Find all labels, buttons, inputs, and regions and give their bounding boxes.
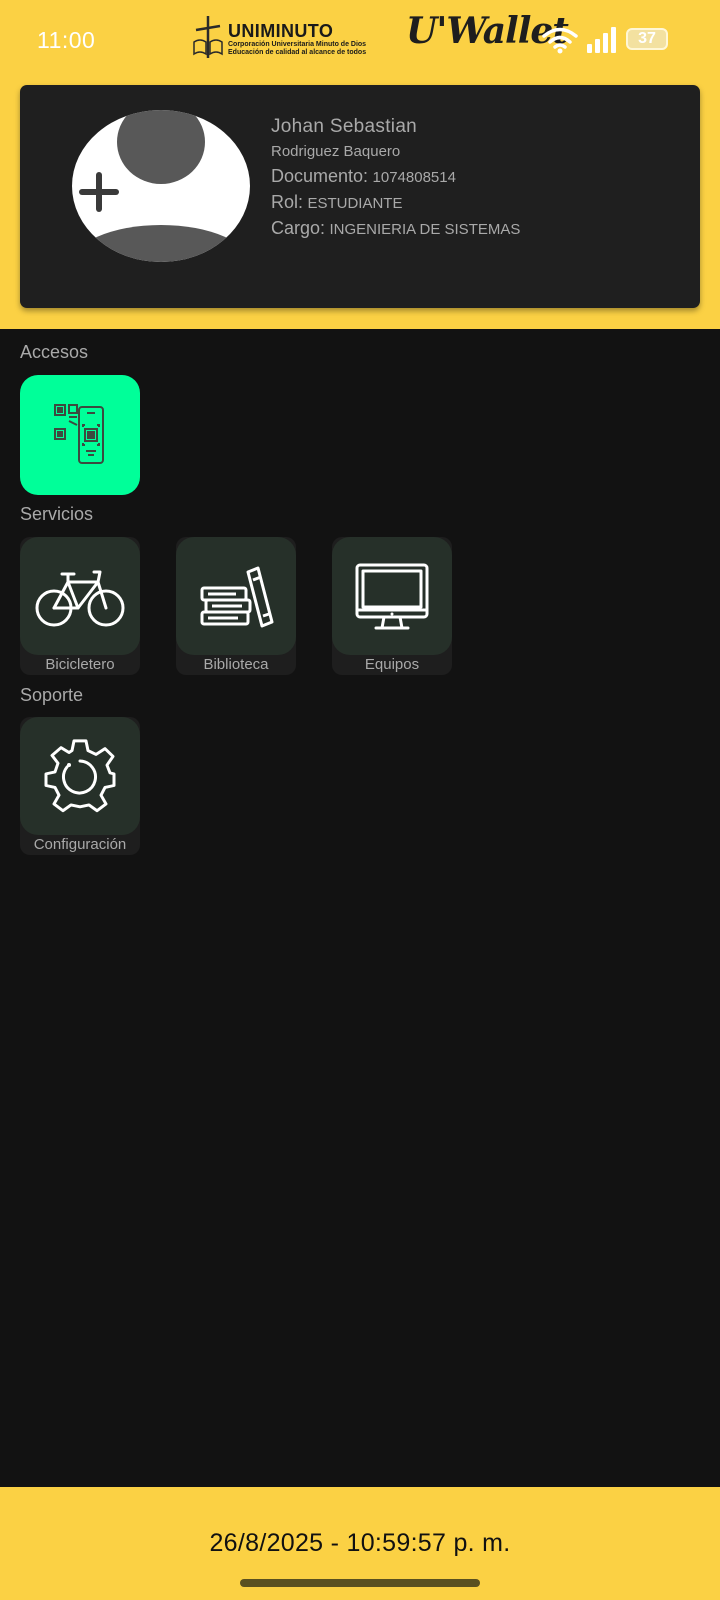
wifi-icon: [542, 27, 578, 54]
signal-icon: [587, 27, 616, 53]
profile-last-name: Rodriguez Baquero: [271, 143, 401, 160]
profile-document-row: Documento: 1074808514: [271, 164, 520, 190]
home-indicator[interactable]: [240, 1579, 480, 1587]
profile-card: Johan Sebastian Rodriguez Baquero Docume…: [20, 85, 700, 308]
document-value: 1074808514: [372, 169, 456, 186]
uniminuto-logo: UNIMINUTO Corporación Universitaria Minu…: [190, 14, 386, 62]
position-value: INGENIERIA DE SISTEMAS: [329, 221, 521, 238]
books-icon: [200, 566, 274, 628]
profile-first-name: Johan Sebastian: [271, 116, 418, 137]
logo-title: UNIMINUTO: [228, 21, 334, 41]
service-tile-bicicletero-box: [20, 537, 140, 655]
access-qr-tile[interactable]: [20, 375, 140, 495]
section-title-soporte: Soporte: [20, 685, 84, 705]
status-icons: 37: [476, 22, 676, 58]
qr-scan-icon: [54, 404, 104, 464]
logo-subtitle-1: Corporación Universitaria Minuto de Dios: [228, 41, 367, 48]
monitor-icon: [355, 563, 429, 630]
profile-role-row: Rol: ESTUDIANTE: [271, 190, 520, 216]
support-tile-configuracion[interactable]: Configuración: [20, 717, 140, 855]
footer: 26/8/2025 - 10:59:57 p. m.: [0, 1487, 720, 1600]
service-tile-bicicletero[interactable]: Bicicletero: [20, 537, 140, 675]
avatar-add-photo[interactable]: [72, 110, 250, 262]
footer-datetime: 26/8/2025 - 10:59:57 p. m.: [209, 1529, 511, 1557]
service-label-biblioteca: Biblioteca: [203, 656, 269, 673]
document-label: Documento:: [271, 166, 369, 186]
gear-icon: [44, 739, 116, 813]
service-tile-biblioteca[interactable]: Biblioteca: [176, 537, 296, 675]
support-tile-configuracion-box: [20, 717, 140, 835]
service-tile-equipos-box: [332, 537, 452, 655]
profile-position-row: Cargo: INGENIERIA DE SISTEMAS: [271, 216, 520, 242]
support-label-configuracion: Configuración: [33, 836, 127, 853]
role-label: Rol:: [271, 192, 304, 212]
logo-subtitle-2: Educación de calidad al alcance de todos: [228, 49, 367, 56]
service-label-bicicletero: Bicicletero: [45, 656, 115, 673]
service-label-equipos: Equipos: [364, 656, 420, 673]
service-tile-biblioteca-box: [176, 537, 296, 655]
status-time: 11:00: [37, 27, 96, 53]
role-value: ESTUDIANTE: [307, 195, 403, 212]
battery-icon: 37: [626, 28, 668, 50]
battery-level: 37: [638, 30, 656, 47]
profile-info: Johan Sebastian Rodriguez Baquero Docume…: [271, 115, 520, 242]
section-title-accesos: Accesos: [20, 342, 89, 362]
cross-logo-icon: [193, 16, 223, 58]
bicycle-icon: [35, 570, 125, 627]
service-tile-equipos[interactable]: Equipos: [332, 537, 452, 675]
status-bar: 11:00 UNIMINUTO Corporación Universitari…: [0, 0, 720, 82]
section-title-servicios: Servicios: [20, 504, 94, 524]
header: 11:00 UNIMINUTO Corporación Universitari…: [0, 0, 720, 329]
position-label: Cargo:: [271, 218, 326, 238]
